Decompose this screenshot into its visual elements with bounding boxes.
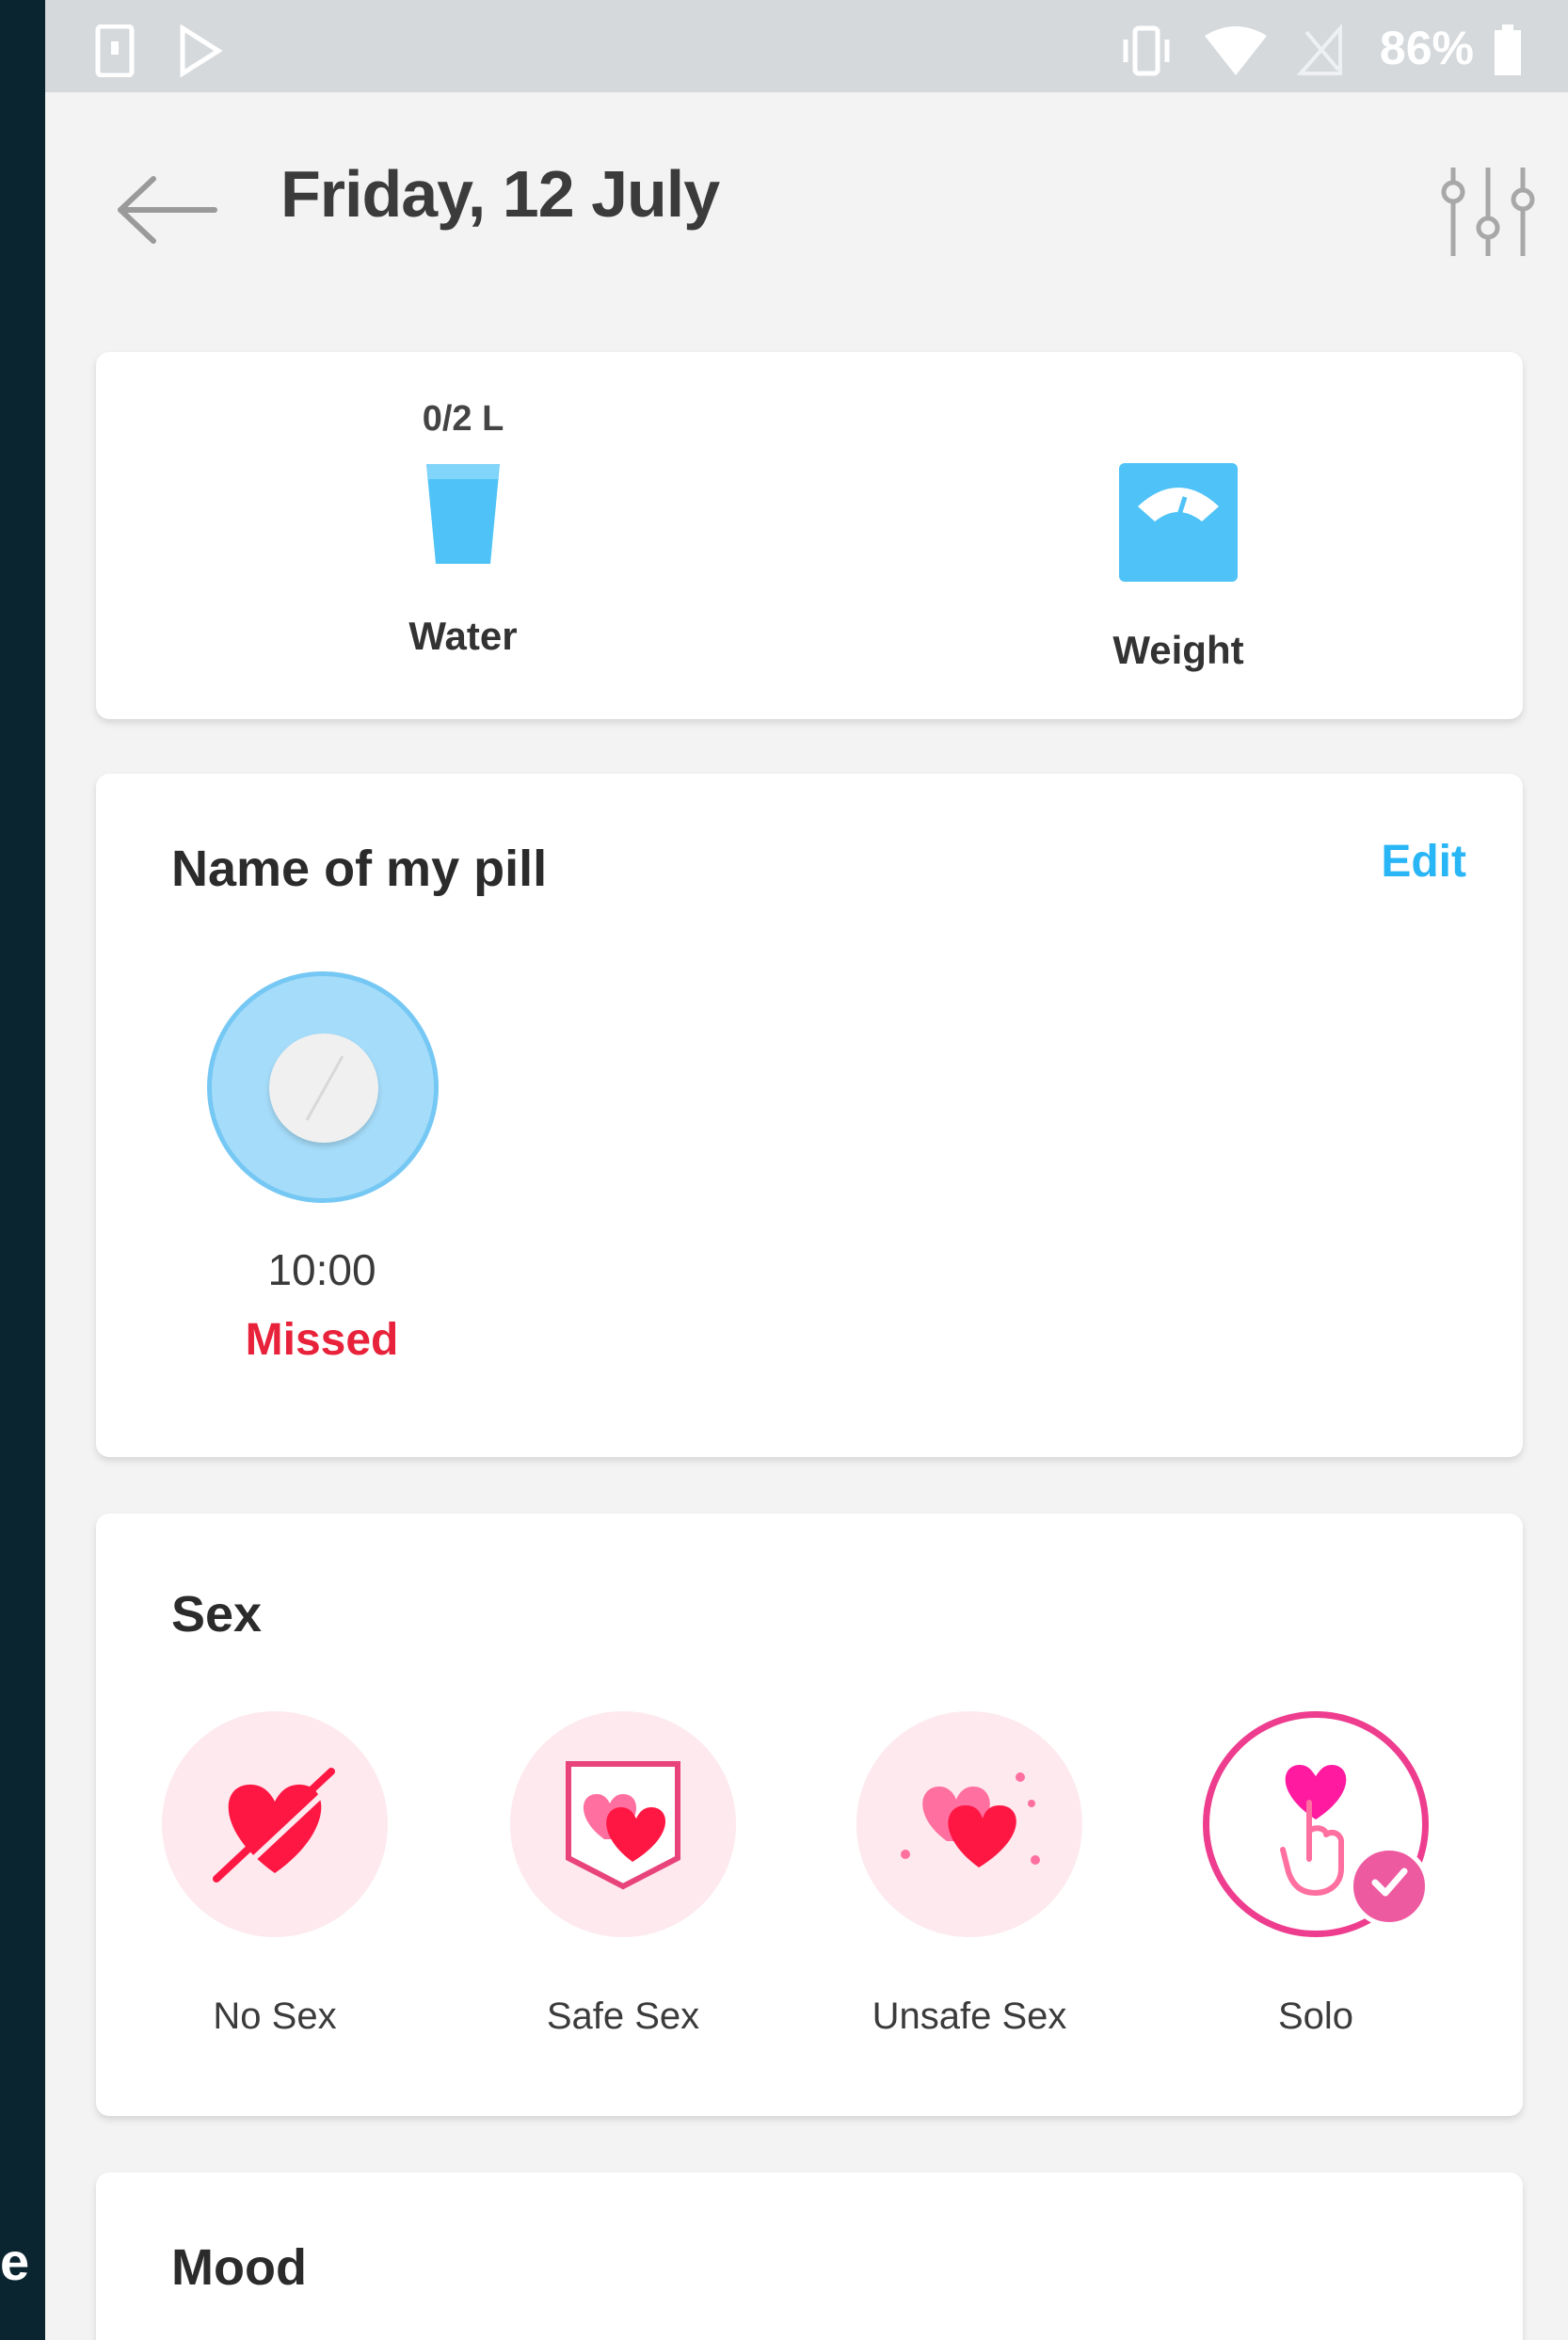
unprotected-hearts-icon xyxy=(901,1772,1040,1867)
crossed-heart-icon xyxy=(213,1768,342,1889)
no-signal-icon xyxy=(1297,24,1342,75)
vibrate-icon xyxy=(1123,25,1170,76)
mood-card: Mood xyxy=(96,2172,1523,2340)
no-sex-circle xyxy=(162,1711,388,1937)
battery-icon xyxy=(1495,24,1521,75)
play-store-icon xyxy=(180,24,223,77)
sex-option-safe-sex[interactable]: Safe Sex xyxy=(482,1711,764,2038)
pill-name-title: Name of my pill xyxy=(171,841,548,897)
wifi-icon xyxy=(1205,26,1267,75)
weight-label: Weight xyxy=(1112,628,1244,672)
water-glass-icon xyxy=(426,464,500,564)
sex-card: Sex No Sex Safe Sex Unsafe Sex Solo xyxy=(96,1514,1523,2116)
sex-option-solo[interactable]: Solo xyxy=(1175,1711,1457,2038)
pill-card: Name of my pill Edit 10:00 Missed xyxy=(96,774,1523,1457)
weight-scale-icon xyxy=(1119,463,1238,582)
unsafe-sex-circle xyxy=(856,1711,1082,1937)
trackers-card: 0/2 L Water Weight xyxy=(96,352,1523,719)
selected-check-icon xyxy=(1349,1846,1430,1927)
pill-status-missed: Missed xyxy=(245,1315,399,1365)
pill-taken-button[interactable] xyxy=(207,971,439,1203)
back-arrow-icon[interactable] xyxy=(111,168,224,252)
solo-label: Solo xyxy=(1277,1995,1354,2037)
water-amount: 0/2 L xyxy=(422,399,504,439)
no-sex-label: No Sex xyxy=(213,1995,337,2037)
mood-section-title: Mood xyxy=(171,2239,307,2296)
battery-percent: 86% xyxy=(1379,22,1474,74)
status-bar: 86% xyxy=(45,0,1568,92)
settings-sliders-icon[interactable] xyxy=(1436,160,1540,264)
sex-option-unsafe-sex[interactable]: Unsafe Sex xyxy=(828,1711,1111,2038)
sex-section-title: Sex xyxy=(171,1586,263,1643)
safe-sex-circle xyxy=(510,1711,736,1937)
pill-time: 10:00 xyxy=(267,1245,376,1294)
protected-hearts-icon xyxy=(566,1761,680,1890)
water-label: Water xyxy=(408,614,518,658)
background-strip: e xyxy=(0,0,45,2340)
app-bar: Friday, 12 July xyxy=(45,92,1568,309)
sex-option-no-sex[interactable]: No Sex xyxy=(134,1711,416,2038)
page-title: Friday, 12 July xyxy=(280,157,720,231)
edit-pill-link[interactable]: Edit xyxy=(1381,836,1466,888)
phone-status-icon xyxy=(95,24,135,77)
solo-circle-selected xyxy=(1203,1711,1430,1937)
safe-sex-label: Safe Sex xyxy=(546,1995,700,2037)
app-screen: 86% Friday, 12 July 0/2 L Water Weight N… xyxy=(45,0,1568,2340)
pill-icon xyxy=(269,1034,378,1143)
weight-tracker[interactable]: Weight xyxy=(1084,463,1272,673)
unsafe-sex-label: Unsafe Sex xyxy=(872,1995,1067,2037)
edge-text-fragment: e xyxy=(0,2232,30,2291)
water-tracker[interactable]: 0/2 L Water xyxy=(378,399,548,659)
